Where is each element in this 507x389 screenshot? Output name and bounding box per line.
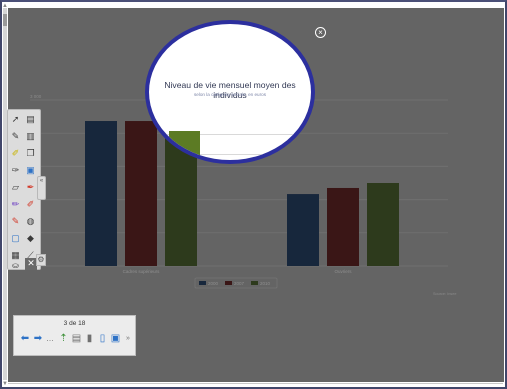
- bar-2007-1: [327, 187, 359, 266]
- bar-2000-0: [85, 121, 117, 266]
- add-page-icon[interactable]: ⇡: [58, 333, 69, 344]
- select-arrow-icon[interactable]: ➚: [10, 114, 21, 125]
- bar-2007-0: [125, 121, 157, 266]
- spotlight-magnifier[interactable]: Niveau de vie mensuel moyen des individu…: [145, 20, 315, 164]
- page-options-icon[interactable]: ▯: [97, 333, 108, 344]
- lasso-icon[interactable]: ✐: [25, 199, 36, 210]
- expand-icon[interactable]: »: [123, 333, 133, 344]
- screen-icon[interactable]: ▣: [25, 165, 36, 176]
- highlighter-icon[interactable]: ✐: [10, 148, 21, 159]
- legend-swatch: [225, 281, 232, 285]
- chart-title: Niveau de vie mensuel moyen des individu…: [164, 80, 296, 100]
- page-icon[interactable]: ▤: [25, 114, 36, 125]
- source-label: Source: Insee: [433, 292, 456, 296]
- eraser-pen-icon[interactable]: ✑: [10, 165, 21, 176]
- legend-label: 2010: [260, 281, 271, 286]
- pen-arrow-icon[interactable]: ✎: [10, 131, 21, 142]
- x-tick-label: Cadres supérieurs: [123, 269, 161, 274]
- fill-icon[interactable]: ◆: [25, 233, 36, 244]
- bar-2010-1: [367, 183, 399, 266]
- pen-icon[interactable]: ✒: [25, 182, 36, 193]
- more-icon[interactable]: …: [45, 333, 55, 344]
- delete-page-icon[interactable]: ▮: [84, 333, 95, 344]
- stamp-icon[interactable]: ⛀: [10, 260, 21, 271]
- legend-swatch: [199, 281, 206, 285]
- y-tick-label: 3 000: [30, 94, 42, 99]
- document-icon[interactable]: ▥: [25, 131, 36, 142]
- legend-label: 2007: [234, 281, 245, 286]
- tools-palette: ➚ ▤ ✎ ▥ ✐ ❐ ✑ ▣ ▱ ✒ ✏ ✐ ✎ ◍ ▢ ◆ ▦ ⟋ ⛀ ✕: [7, 109, 41, 270]
- bar-2000-1: [287, 194, 319, 266]
- previous-page-icon[interactable]: ⬅: [19, 333, 31, 344]
- collapse-palette-button[interactable]: «: [37, 176, 46, 200]
- close-circle-icon[interactable]: ×: [315, 27, 326, 38]
- eraser-icon[interactable]: ▱: [10, 182, 21, 193]
- x-tick-label: Ouvriers: [334, 269, 352, 274]
- chart-subtitle: selon la catégorie sociale, en euros: [193, 92, 266, 97]
- copy-page-icon[interactable]: ❐: [25, 148, 36, 159]
- settings-gear-icon[interactable]: ⚙: [36, 254, 46, 266]
- page-navigator: 3 de 18 ⬅ ➡ … ⇡ ▤ ▮ ▯ ▣ »: [13, 315, 136, 356]
- next-page-icon[interactable]: ➡: [32, 333, 44, 344]
- page-sorter-icon[interactable]: ▤: [71, 333, 82, 344]
- scrollbar-thumb[interactable]: [3, 14, 7, 26]
- shape-icon[interactable]: ▢: [10, 233, 21, 244]
- display-icon[interactable]: ▣: [110, 333, 121, 344]
- magic-pen-icon[interactable]: ✏: [10, 199, 21, 210]
- bar-2010-cadres: [169, 131, 200, 160]
- page-indicator: 3 de 18: [63, 320, 86, 327]
- line-icon[interactable]: ◍: [25, 216, 36, 227]
- bottom-divider: [8, 383, 503, 384]
- legend-label: 2000: [208, 281, 219, 286]
- red-marker-icon[interactable]: ✎: [10, 216, 21, 227]
- legend-swatch: [251, 281, 258, 285]
